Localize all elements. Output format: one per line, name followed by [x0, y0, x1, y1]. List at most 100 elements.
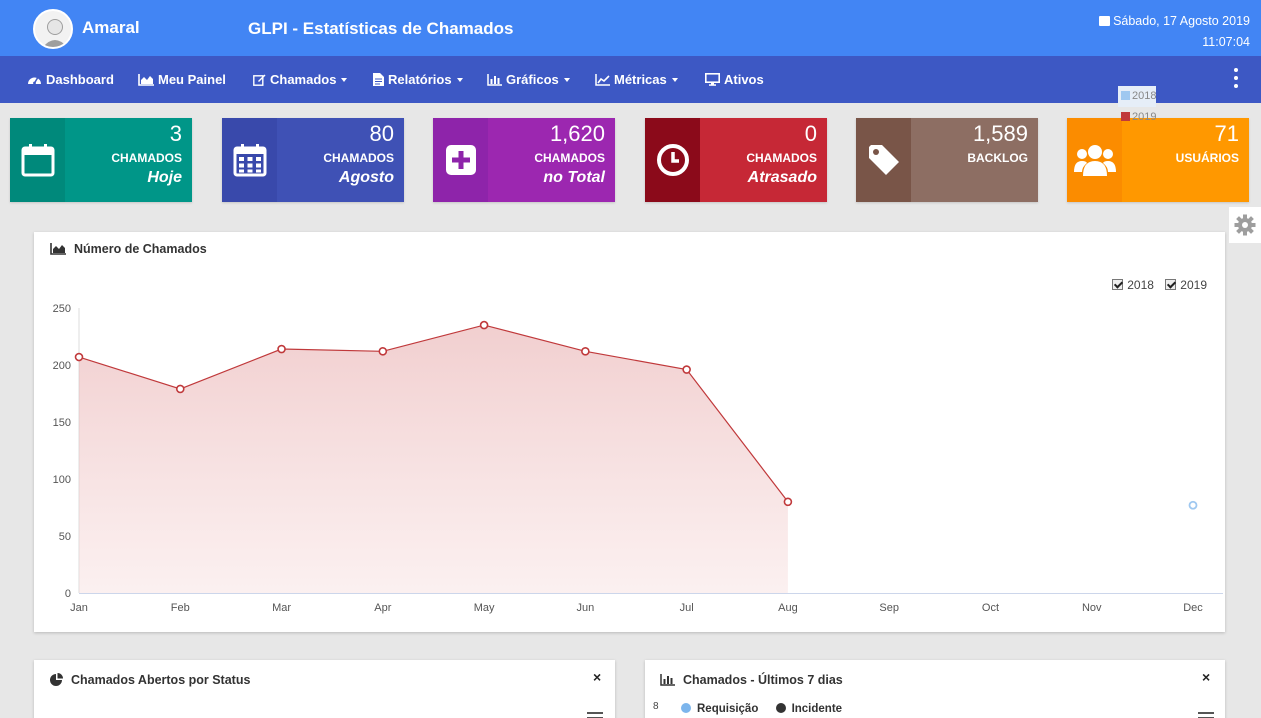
legend-item-requisicao[interactable]: Requisição: [681, 703, 758, 715]
checkbox-icon[interactable]: [1112, 279, 1124, 290]
pie-chart-icon: [50, 673, 63, 686]
chart-menu-icon[interactable]: [1198, 712, 1214, 718]
legend-item-incidente[interactable]: Incidente: [775, 703, 842, 715]
legend-item-2019[interactable]: 2019: [1118, 107, 1156, 128]
nav-relatorios-label: Relatórios: [388, 72, 452, 87]
user-avatar[interactable]: [33, 9, 73, 49]
chevron-down-icon: [671, 78, 678, 82]
close-panel-button[interactable]: ×: [1202, 669, 1210, 685]
card-label: CHAMADOS: [111, 151, 182, 165]
panel-chamados-status: Chamados Abertos por Status ×: [34, 660, 615, 718]
username[interactable]: Amaral: [82, 18, 140, 38]
app-title: GLPI - Estatísticas de Chamados: [248, 19, 514, 38]
calendar-icon: [1099, 16, 1111, 26]
panel-title-text: Chamados Abertos por Status: [71, 673, 251, 687]
settings-gear-button[interactable]: [1229, 207, 1261, 243]
checkbox-2018[interactable]: 2018: [1112, 278, 1154, 292]
area-chart-icon: [138, 74, 154, 86]
checkbox-label: 2019: [1180, 278, 1207, 292]
nav-chamados-label: Chamados: [270, 72, 337, 87]
calendar-grid-icon: [233, 144, 266, 177]
panel-numero-chamados: Número de Chamados 2018 2019: [34, 232, 1225, 632]
chevron-down-icon: [341, 78, 348, 82]
kebab-icon[interactable]: [1233, 68, 1239, 92]
card-value: 0: [804, 121, 817, 146]
card-label: CHAMADOS: [534, 151, 605, 165]
nav-meu-painel[interactable]: Meu Painel: [138, 56, 226, 103]
card-chamados-total[interactable]: 1,620 CHAMADOS no Total: [433, 118, 615, 202]
panel-title: Chamados - Últimos 7 dias: [660, 673, 843, 687]
area-chart-icon: [50, 243, 66, 255]
users-icon: [1073, 145, 1116, 176]
card-sublabel: no Total: [543, 169, 605, 186]
nav-chamados[interactable]: Chamados: [253, 56, 348, 103]
card-chamados-hoje[interactable]: 3 CHAMADOS Hoje: [10, 118, 192, 202]
checkbox-2019[interactable]: 2019: [1165, 278, 1207, 292]
nav-ativos[interactable]: Ativos: [705, 56, 764, 103]
nav-metricas[interactable]: Métricas: [595, 56, 678, 103]
panel-chamados-7-dias: Chamados - Últimos 7 dias × 8 Requisição…: [645, 660, 1225, 718]
legend-dot: [681, 703, 691, 713]
card-icon-box: [433, 118, 488, 202]
card-value: 1,620: [549, 121, 605, 146]
edit-icon: [253, 74, 266, 86]
series-legend: Requisição Incidente: [681, 703, 842, 715]
panel-title: Chamados Abertos por Status: [50, 673, 250, 687]
card-value: 71: [1214, 121, 1239, 146]
card-value: 80: [369, 121, 394, 146]
card-label: USUÁRIOS: [1175, 151, 1239, 165]
legend-label: Requisição: [697, 703, 759, 715]
nav-dashboard-label: Dashboard: [46, 72, 114, 87]
nav-relatorios[interactable]: Relatórios: [373, 56, 463, 103]
card-chamados-atrasado[interactable]: 0 CHAMADOS Atrasado: [645, 118, 827, 202]
nav-metricas-label: Métricas: [614, 72, 667, 87]
date-time: Sábado, 17 Agosto 2019 11:07:04: [1099, 11, 1250, 53]
nav-graficos-label: Gráficos: [506, 72, 559, 87]
top-header: Amaral GLPI - Estatísticas de Chamados S…: [0, 0, 1261, 56]
card-label: CHAMADOS: [746, 151, 817, 165]
panel-title-text: Chamados - Últimos 7 dias: [683, 673, 843, 687]
line-chart-icon: [595, 74, 610, 86]
legend-swatch: [1121, 112, 1130, 121]
card-icon-box: [10, 118, 65, 202]
card-icon-box: [856, 118, 911, 202]
bar-chart-icon: [487, 74, 502, 86]
card-chamados-mes[interactable]: 80 CHAMADOS Agosto: [222, 118, 404, 202]
checkbox-label: 2018: [1127, 278, 1154, 292]
nav-meu-painel-label: Meu Painel: [158, 72, 226, 87]
desktop-icon: [705, 73, 720, 86]
nav-graficos[interactable]: Gráficos: [487, 56, 570, 103]
gear-icon: [1234, 214, 1256, 236]
card-label: BACKLOG: [967, 151, 1028, 165]
tag-icon: [868, 145, 899, 175]
legend-swatch: [1121, 91, 1130, 100]
plus-square-icon: [445, 145, 476, 175]
calendar-icon: [21, 144, 54, 177]
card-sublabel: Atrasado: [747, 169, 817, 186]
chart-menu-icon[interactable]: [587, 712, 603, 718]
panel-title: Número de Chamados: [50, 242, 207, 256]
card-icon-box: [222, 118, 277, 202]
checkbox-icon[interactable]: [1165, 279, 1177, 290]
legend-dot: [775, 703, 786, 713]
card-icon-box: [645, 118, 700, 202]
close-panel-button[interactable]: ×: [593, 669, 601, 685]
card-sublabel: Agosto: [338, 169, 394, 186]
card-value: 3: [169, 121, 182, 146]
card-label: CHAMADOS: [323, 151, 394, 165]
nav-dashboard[interactable]: Dashboard: [27, 56, 114, 103]
chart-legend: 2018 2019: [1118, 86, 1157, 128]
year-checkboxes: 2018 2019: [1104, 278, 1207, 292]
file-icon: [373, 73, 384, 86]
nav-ativos-label: Ativos: [724, 72, 764, 87]
card-value: 1,589: [972, 121, 1028, 146]
card-icon-box: [1067, 118, 1122, 202]
main-navbar: Dashboard Meu Painel Chamados Relatórios…: [0, 56, 1261, 103]
clock-icon: [656, 144, 689, 176]
legend-label: 2019: [1132, 111, 1157, 123]
card-backlog[interactable]: 1,589 BACKLOG: [856, 118, 1038, 202]
card-usuarios[interactable]: 71 USUÁRIOS: [1067, 118, 1249, 202]
chevron-down-icon: [563, 78, 570, 82]
dashboard-icon: [28, 77, 41, 85]
legend-item-2018[interactable]: 2018: [1118, 86, 1157, 107]
